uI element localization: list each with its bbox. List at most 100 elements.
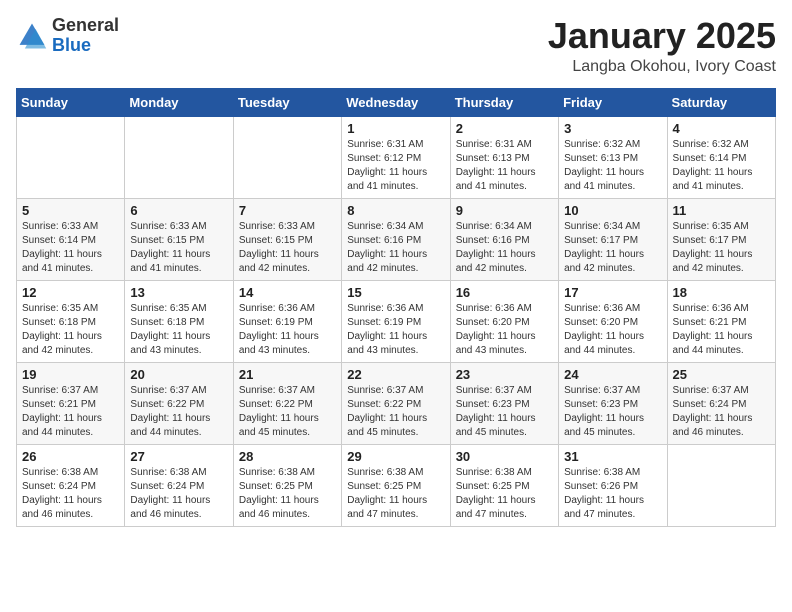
day-number: 12 [22,285,119,300]
day-number: 2 [456,121,553,136]
day-number: 25 [673,367,770,382]
calendar-cell: 14 Sunrise: 6:36 AM Sunset: 6:19 PM Dayli… [233,280,341,362]
day-info: Sunrise: 6:35 AM Sunset: 6:17 PM Dayligh… [673,220,770,276]
day-info: Sunrise: 6:34 AM Sunset: 6:16 PM Dayligh… [347,220,444,276]
calendar-cell: 19 Sunrise: 6:37 AM Sunset: 6:21 PM Dayli… [17,362,125,444]
day-number: 11 [673,203,770,218]
day-number: 3 [564,121,661,136]
weekday-header-tuesday: Tuesday [233,88,341,116]
calendar-cell: 28 Sunrise: 6:38 AM Sunset: 6:25 PM Dayli… [233,444,341,526]
calendar-cell: 5 Sunrise: 6:33 AM Sunset: 6:14 PM Daylig… [17,198,125,280]
week-row-2: 5 Sunrise: 6:33 AM Sunset: 6:14 PM Daylig… [17,198,776,280]
day-info: Sunrise: 6:37 AM Sunset: 6:24 PM Dayligh… [673,384,770,440]
day-info: Sunrise: 6:32 AM Sunset: 6:14 PM Dayligh… [673,138,770,194]
calendar-cell: 9 Sunrise: 6:34 AM Sunset: 6:16 PM Daylig… [450,198,558,280]
day-info: Sunrise: 6:31 AM Sunset: 6:12 PM Dayligh… [347,138,444,194]
calendar-cell: 25 Sunrise: 6:37 AM Sunset: 6:24 PM Dayli… [667,362,775,444]
calendar-cell: 31 Sunrise: 6:38 AM Sunset: 6:26 PM Dayli… [559,444,667,526]
day-info: Sunrise: 6:38 AM Sunset: 6:24 PM Dayligh… [22,466,119,522]
day-info: Sunrise: 6:33 AM Sunset: 6:14 PM Dayligh… [22,220,119,276]
day-number: 7 [239,203,336,218]
day-number: 8 [347,203,444,218]
day-info: Sunrise: 6:36 AM Sunset: 6:19 PM Dayligh… [239,302,336,358]
weekday-header-sunday: Sunday [17,88,125,116]
day-info: Sunrise: 6:37 AM Sunset: 6:21 PM Dayligh… [22,384,119,440]
day-info: Sunrise: 6:31 AM Sunset: 6:13 PM Dayligh… [456,138,553,194]
day-number: 4 [673,121,770,136]
calendar-cell: 1Sunrise: 6:31 AM Sunset: 6:12 PM Daylig… [342,116,450,198]
calendar-cell [233,116,341,198]
calendar-cell: 27Sunrise: 6:38 AM Sunset: 6:24 PM Dayli… [125,444,233,526]
weekday-header-monday: Monday [125,88,233,116]
week-row-5: 26Sunrise: 6:38 AM Sunset: 6:24 PM Dayli… [17,444,776,526]
calendar-table: SundayMondayTuesdayWednesdayThursdayFrid… [16,88,776,527]
day-info: Sunrise: 6:36 AM Sunset: 6:20 PM Dayligh… [456,302,553,358]
day-info: Sunrise: 6:34 AM Sunset: 6:17 PM Dayligh… [564,220,661,276]
day-info: Sunrise: 6:35 AM Sunset: 6:18 PM Dayligh… [130,302,227,358]
calendar-cell: 6Sunrise: 6:33 AM Sunset: 6:15 PM Daylig… [125,198,233,280]
calendar-cell: 8 Sunrise: 6:34 AM Sunset: 6:16 PM Daylig… [342,198,450,280]
day-number: 15 [347,285,444,300]
logo-general: General [52,15,119,35]
logo-text: General Blue [52,16,119,56]
day-info: Sunrise: 6:35 AM Sunset: 6:18 PM Dayligh… [22,302,119,358]
day-number: 21 [239,367,336,382]
day-number: 5 [22,203,119,218]
day-info: Sunrise: 6:37 AM Sunset: 6:22 PM Dayligh… [347,384,444,440]
weekday-header-friday: Friday [559,88,667,116]
day-number: 20 [130,367,227,382]
day-number: 6 [130,203,227,218]
calendar-cell: 4 Sunrise: 6:32 AM Sunset: 6:14 PM Daylig… [667,116,775,198]
calendar-cell: 2 Sunrise: 6:31 AM Sunset: 6:13 PM Daylig… [450,116,558,198]
day-info: Sunrise: 6:38 AM Sunset: 6:26 PM Dayligh… [564,466,661,522]
day-info: Sunrise: 6:34 AM Sunset: 6:16 PM Dayligh… [456,220,553,276]
day-number: 13 [130,285,227,300]
weekday-header-row: SundayMondayTuesdayWednesdayThursdayFrid… [17,88,776,116]
calendar-cell: 11 Sunrise: 6:35 AM Sunset: 6:17 PM Dayli… [667,198,775,280]
month-title: January 2025 [548,16,776,56]
logo-blue: Blue [52,35,91,55]
day-info: Sunrise: 6:38 AM Sunset: 6:25 PM Dayligh… [456,466,553,522]
calendar-cell: 18Sunrise: 6:36 AM Sunset: 6:21 PM Dayli… [667,280,775,362]
calendar-cell: 10 Sunrise: 6:34 AM Sunset: 6:17 PM Dayli… [559,198,667,280]
day-number: 27 [130,449,227,464]
calendar-cell: 3 Sunrise: 6:32 AM Sunset: 6:13 PM Daylig… [559,116,667,198]
weekday-header-wednesday: Wednesday [342,88,450,116]
weekday-header-saturday: Saturday [667,88,775,116]
day-info: Sunrise: 6:37 AM Sunset: 6:23 PM Dayligh… [564,384,661,440]
day-number: 16 [456,285,553,300]
calendar-cell: 30 Sunrise: 6:38 AM Sunset: 6:25 PM Dayli… [450,444,558,526]
day-number: 9 [456,203,553,218]
day-number: 17 [564,285,661,300]
day-info: Sunrise: 6:38 AM Sunset: 6:25 PM Dayligh… [239,466,336,522]
day-number: 29 [347,449,444,464]
logo-icon [16,20,48,52]
location-title: Langba Okohou, Ivory Coast [548,58,776,76]
week-row-4: 19 Sunrise: 6:37 AM Sunset: 6:21 PM Dayli… [17,362,776,444]
calendar-cell: 13 Sunrise: 6:35 AM Sunset: 6:18 PM Dayli… [125,280,233,362]
day-number: 31 [564,449,661,464]
day-info: Sunrise: 6:33 AM Sunset: 6:15 PM Dayligh… [239,220,336,276]
logo: General Blue [16,16,119,56]
day-info: Sunrise: 6:37 AM Sunset: 6:22 PM Dayligh… [239,384,336,440]
day-number: 23 [456,367,553,382]
calendar-cell: 29Sunrise: 6:38 AM Sunset: 6:25 PM Dayli… [342,444,450,526]
calendar-cell: 20 Sunrise: 6:37 AM Sunset: 6:22 PM Dayli… [125,362,233,444]
calendar-cell: 16 Sunrise: 6:36 AM Sunset: 6:20 PM Dayli… [450,280,558,362]
day-number: 24 [564,367,661,382]
day-number: 14 [239,285,336,300]
day-number: 28 [239,449,336,464]
day-number: 30 [456,449,553,464]
calendar-cell: 23Sunrise: 6:37 AM Sunset: 6:23 PM Dayli… [450,362,558,444]
day-info: Sunrise: 6:37 AM Sunset: 6:22 PM Dayligh… [130,384,227,440]
calendar-cell: 24 Sunrise: 6:37 AM Sunset: 6:23 PM Dayli… [559,362,667,444]
day-info: Sunrise: 6:32 AM Sunset: 6:13 PM Dayligh… [564,138,661,194]
calendar-cell: 7 Sunrise: 6:33 AM Sunset: 6:15 PM Daylig… [233,198,341,280]
day-number: 19 [22,367,119,382]
day-info: Sunrise: 6:36 AM Sunset: 6:21 PM Dayligh… [673,302,770,358]
calendar-cell: 12 Sunrise: 6:35 AM Sunset: 6:18 PM Dayli… [17,280,125,362]
week-row-1: 1Sunrise: 6:31 AM Sunset: 6:12 PM Daylig… [17,116,776,198]
weekday-header-thursday: Thursday [450,88,558,116]
calendar-cell: 21 Sunrise: 6:37 AM Sunset: 6:22 PM Dayli… [233,362,341,444]
day-number: 10 [564,203,661,218]
